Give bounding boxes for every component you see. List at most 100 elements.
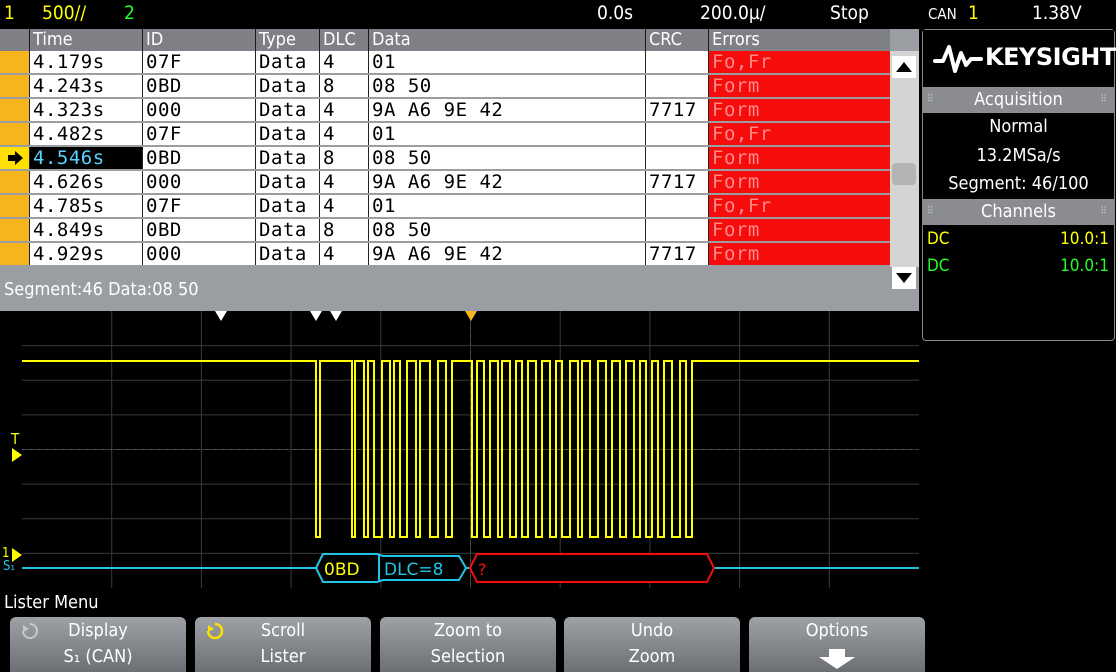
ch1-probe: 10.0:1 (1060, 229, 1109, 249)
options-softkey[interactable]: Options (749, 617, 925, 672)
col-crc[interactable]: CRC (645, 29, 708, 51)
ch1-number[interactable]: 1 (4, 2, 15, 24)
cell-crc: 7717 (645, 243, 708, 265)
lister-row[interactable]: 4.323s 000 Data 4 9A A6 9E 42 7717 Form (0, 99, 890, 122)
acquisition-title-label: Acquisition (974, 89, 1063, 110)
grip-dots-icon: ⠿ (1100, 206, 1108, 217)
col-time[interactable]: Time (29, 29, 142, 51)
trigger-level[interactable]: 1.38V (1032, 2, 1082, 24)
col-type[interactable]: Type (255, 29, 319, 51)
ch2-number[interactable]: 2 (124, 2, 135, 24)
lister-row[interactable]: 4.785s 07F Data 4 01 Fo,Fr (0, 195, 890, 218)
ch1-scale[interactable]: 500∕/ (42, 2, 86, 24)
decode-id-label: 0BD (324, 560, 360, 580)
lister-row[interactable]: 4.929s 000 Data 4 9A A6 9E 42 7717 Form (0, 243, 890, 266)
lister-row[interactable]: 4.243s 0BD Data 8 08 50 Form (0, 75, 890, 98)
cell-type: Data (255, 171, 319, 193)
display-softkey[interactable]: Display S₁ (CAN) (10, 617, 186, 672)
cell-dlc: 8 (319, 147, 368, 169)
row-marker[interactable] (0, 147, 29, 169)
cell-type: Data (255, 243, 319, 265)
cell-id: 0BD (142, 147, 255, 169)
row-marker[interactable] (0, 99, 29, 121)
segment-marker-icon (330, 311, 342, 321)
options-softkey-line1: Options (805, 620, 869, 641)
zoom-softkey-line1: Zoom to (433, 620, 503, 641)
selected-row-arrow-icon (8, 151, 23, 165)
cell-crc (645, 147, 708, 169)
cell-time: 4.785s (29, 195, 142, 217)
row-marker[interactable] (0, 243, 29, 265)
cell-data: 9A A6 9E 42 (368, 243, 645, 265)
waveform-display[interactable]: 0BD DLC=8 ? (22, 311, 919, 588)
cell-id: 000 (142, 171, 255, 193)
cell-type: Data (255, 219, 319, 241)
cell-type: Data (255, 51, 319, 73)
cell-crc (645, 75, 708, 97)
cell-time: 4.323s (29, 99, 142, 121)
cell-crc (645, 219, 708, 241)
cell-type: Data (255, 99, 319, 121)
row-marker[interactable] (0, 75, 29, 97)
run-state[interactable]: Stop (830, 2, 869, 24)
scroll-softkey-line1: Scroll (260, 620, 306, 641)
cell-time: 4.626s (29, 171, 142, 193)
cell-dlc: 4 (319, 123, 368, 145)
zoom-softkey-line2: Selection (430, 646, 506, 667)
row-marker[interactable] (0, 195, 29, 217)
zoom-to-selection-softkey[interactable]: Zoom to Selection (380, 617, 556, 672)
ch2-probe: 10.0:1 (1060, 256, 1109, 276)
time-scale[interactable]: 200.0µ/ (700, 2, 766, 24)
cell-data: 01 (368, 195, 645, 217)
col-id[interactable]: ID (142, 29, 255, 51)
trigger-type[interactable]: CAN (928, 5, 957, 23)
lister-row[interactable]: 4.849s 0BD Data 8 08 50 Form (0, 219, 890, 242)
cell-crc: 7717 (645, 171, 708, 193)
row-marker[interactable] (0, 219, 29, 241)
trigger-marker-label: T (11, 430, 20, 448)
col-data[interactable]: Data (368, 29, 645, 51)
serial-bus-marker[interactable]: S₁ (3, 559, 15, 574)
col-dlc[interactable]: DLC (319, 29, 368, 51)
lister-row[interactable]: 4.626s 000 Data 4 9A A6 9E 42 7717 Form (0, 171, 890, 194)
scroll-lister-softkey[interactable]: Scroll Lister (195, 617, 371, 672)
row-marker[interactable] (0, 171, 29, 193)
cell-dlc: 4 (319, 51, 368, 73)
scroll-up-arrow-icon[interactable] (892, 56, 916, 78)
decode-dlc-label: DLC=8 (384, 560, 444, 580)
time-delay[interactable]: 0.0s (597, 2, 633, 24)
ch1-coupling: DC (927, 229, 950, 249)
time-reference-marker-icon[interactable] (465, 311, 477, 321)
trigger-source[interactable]: 1 (968, 2, 979, 24)
lister-scrollbar[interactable] (890, 51, 919, 289)
decode-error-box[interactable] (468, 553, 716, 583)
cell-time: 4.482s (29, 123, 142, 145)
cell-errors: Form (708, 243, 890, 265)
cell-id: 000 (142, 243, 255, 265)
lister-row[interactable]: 4.482s 07F Data 4 01 Fo,Fr (0, 123, 890, 146)
cell-dlc: 8 (319, 75, 368, 97)
segment-marker-icon (215, 311, 227, 321)
cell-type: Data (255, 195, 319, 217)
row-marker[interactable] (0, 51, 29, 73)
lister-row[interactable]: 4.179s 07F Data 4 01 Fo,Fr (0, 51, 890, 74)
grip-dots-icon: ⠿ (927, 206, 935, 217)
trigger-level-marker[interactable]: T (11, 430, 19, 448)
scroll-down-arrow-icon[interactable] (892, 267, 916, 289)
cell-errors: Fo,Fr (708, 195, 890, 217)
row-marker[interactable] (0, 123, 29, 145)
cell-data: 01 (368, 123, 645, 145)
cell-id: 07F (142, 51, 255, 73)
cell-errors: Fo,Fr (708, 51, 890, 73)
acquisition-title[interactable]: ⠿ Acquisition ⠿ (923, 87, 1114, 113)
cell-data: 9A A6 9E 42 (368, 99, 645, 121)
col-errors[interactable]: Errors (708, 29, 890, 51)
undo-zoom-softkey[interactable]: Undo Zoom (564, 617, 740, 672)
cell-time: 4.849s (29, 219, 142, 241)
decode-error-label: ? (478, 560, 487, 579)
channels-title[interactable]: ⠿ Channels ⠿ (923, 199, 1114, 225)
lister-row[interactable]: 4.546s 0BD Data 8 08 50 Form (0, 147, 890, 170)
lister-window[interactable]: Time ID Type DLC Data CRC Errors 4.179s 0… (0, 29, 919, 311)
scroll-thumb[interactable] (892, 163, 916, 185)
display-softkey-line2: S₁ (CAN) (63, 646, 133, 667)
